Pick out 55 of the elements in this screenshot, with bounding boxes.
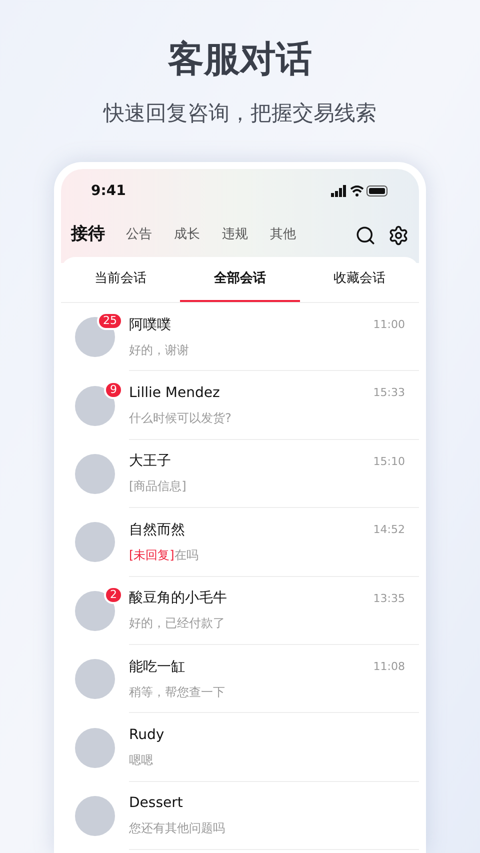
message-preview: 好的，已经付款了 bbox=[129, 615, 225, 632]
message-time: 11:00 bbox=[373, 316, 405, 333]
conversation-row[interactable]: 大王子 15:10 [商品信息] bbox=[61, 440, 419, 508]
message-time: 15:33 bbox=[373, 385, 405, 402]
avatar-placeholder bbox=[75, 522, 115, 562]
conversation-row[interactable]: 25 阿噗噗 11:00 好的，谢谢 bbox=[61, 303, 419, 372]
unread-badge: 9 bbox=[104, 380, 123, 399]
message-time: 14:52 bbox=[373, 522, 405, 538]
conversation-row[interactable]: Rudy 嗯嗯 bbox=[61, 713, 419, 782]
contact-name: Dessert bbox=[129, 794, 183, 814]
contact-name: Lillie Mendez bbox=[129, 384, 220, 404]
status-icons bbox=[331, 185, 389, 197]
conversation-row[interactable]: 能吃一缸 11:08 稍等，帮您查一下 bbox=[61, 644, 419, 714]
unread-badge: 25 bbox=[97, 312, 123, 330]
conversation-row[interactable]: 2 酸豆角的小毛牛 13:35 好的，已经付款了 bbox=[61, 576, 419, 645]
message-preview: [商品信息] bbox=[129, 478, 186, 496]
subtitle: 快速回复咨询，把握交易线索 bbox=[104, 100, 376, 127]
message-preview: 嗯嗯 bbox=[129, 752, 153, 770]
unreplied-tag: [未回复] bbox=[129, 546, 174, 564]
contact-name: 自然而然 bbox=[129, 520, 185, 540]
avatar-placeholder bbox=[75, 796, 115, 836]
unread-badge: 2 bbox=[104, 586, 123, 604]
conversation-tab[interactable]: 收藏会话 bbox=[300, 257, 419, 302]
status-time: 9:41 bbox=[91, 182, 126, 200]
contact-name: Rudy bbox=[129, 726, 164, 746]
contact-name: 大王子 bbox=[129, 452, 171, 472]
conversation-tab[interactable]: 当前会话 bbox=[61, 257, 180, 302]
conversation-tab[interactable]: 全部会话 bbox=[180, 257, 300, 302]
message-time: 13:35 bbox=[373, 590, 405, 606]
contact-name: 阿噗噗 bbox=[129, 316, 171, 335]
settings-icon[interactable] bbox=[388, 224, 409, 246]
header-title: 接待 bbox=[71, 223, 105, 246]
nav-link[interactable]: 公告 bbox=[121, 225, 157, 245]
message-preview: 您还有其他问题吗 bbox=[129, 820, 225, 838]
message-time: 15:10 bbox=[373, 454, 405, 470]
avatar-placeholder bbox=[75, 659, 115, 700]
message-time: 11:08 bbox=[373, 658, 405, 675]
message-preview: 好的，谢谢 bbox=[129, 342, 189, 359]
nav-link[interactable]: 成长 bbox=[169, 225, 205, 245]
message-preview: 什么时候可以发货? bbox=[129, 410, 232, 428]
nav-link[interactable]: 违规 bbox=[217, 225, 253, 245]
headline: 客服对话 bbox=[168, 38, 312, 82]
message-preview: 稍等，帮您查一下 bbox=[129, 684, 225, 701]
avatar-placeholder bbox=[75, 454, 115, 494]
avatar-placeholder bbox=[75, 386, 115, 426]
search-icon[interactable] bbox=[355, 224, 376, 246]
contact-name: 能吃一缸 bbox=[129, 658, 185, 677]
conversation-row[interactable]: Dessert 您还有其他问题吗 bbox=[61, 782, 419, 850]
conversation-row[interactable]: 自然而然 14:52 [未回复]在吗 bbox=[61, 508, 419, 577]
contact-name: 酸豆角的小毛牛 bbox=[129, 589, 227, 608]
avatar-placeholder bbox=[75, 728, 115, 768]
conversation-row[interactable]: 9 Lillie Mendez 15:33 什么时候可以发货? bbox=[61, 371, 419, 440]
avatar-placeholder bbox=[75, 590, 115, 631]
message-preview: 在吗 bbox=[174, 546, 198, 564]
nav-link[interactable]: 其他 bbox=[265, 225, 301, 245]
